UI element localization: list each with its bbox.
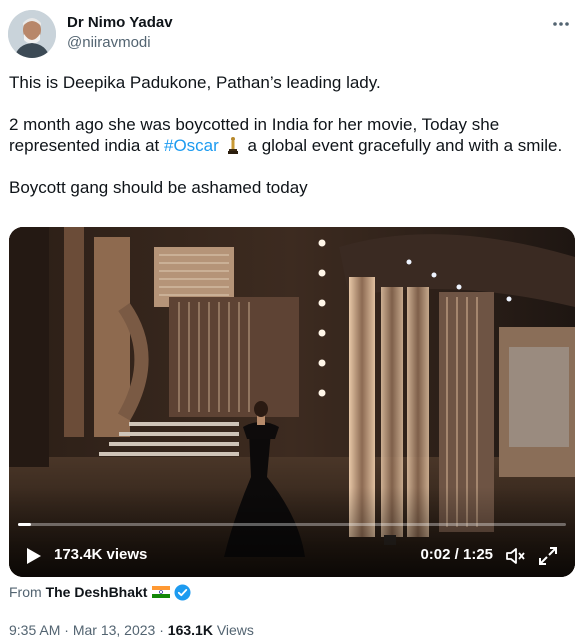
author-handle[interactable]: @niiravmodi: [67, 34, 151, 51]
tweet-line: Boycott gang should be ashamed today: [9, 178, 308, 197]
tweet-header: Dr Nimo Yadav @niiravmodi: [8, 10, 577, 60]
video-progress-bar[interactable]: [18, 523, 566, 526]
tweet-time[interactable]: 9:35 AM: [9, 622, 60, 638]
author-name[interactable]: Dr Nimo Yadav: [67, 14, 173, 31]
tweet-line: This is Deepika Padukone, Pathan’s leadi…: [9, 73, 381, 92]
verified-badge-icon: [174, 584, 191, 601]
trophy-icon: [225, 136, 241, 154]
tweet-text: This is Deepika Padukone, Pathan’s leadi…: [9, 72, 569, 198]
source-prefix: From: [9, 584, 42, 600]
tweet-line: 2 month ago she was boycotted in India f…: [9, 114, 569, 156]
views-count: 163.1K: [167, 622, 213, 638]
meta-separator: ·: [64, 622, 69, 638]
fullscreen-icon[interactable]: [537, 545, 559, 567]
volume-muted-icon[interactable]: [504, 545, 526, 567]
avatar[interactable]: [8, 10, 56, 58]
tweet-text-span: a global event gracefully and with a smi…: [242, 136, 563, 155]
tweet-date[interactable]: Mar 13, 2023: [73, 622, 156, 638]
tweet-source: From The DeshBhakt: [9, 584, 191, 601]
oscar-hashtag-link[interactable]: #Oscar: [164, 136, 219, 155]
source-app-link[interactable]: The DeshBhakt: [46, 584, 148, 600]
video-progress-fill: [18, 523, 32, 526]
play-icon[interactable]: [23, 546, 43, 566]
more-icon[interactable]: [551, 14, 571, 39]
video-view-count: 173.4K views: [54, 546, 148, 563]
video-timestamp: 0:02 / 1:25: [420, 546, 493, 563]
video-player[interactable]: 173.4K views 0:02 / 1:25: [9, 227, 575, 577]
views-label: Views: [216, 622, 254, 638]
india-flag-icon: [152, 585, 171, 598]
tweet-meta: 9:35 AM · Mar 13, 2023 · 163.1K Views: [9, 622, 254, 638]
meta-separator: ·: [159, 622, 164, 638]
